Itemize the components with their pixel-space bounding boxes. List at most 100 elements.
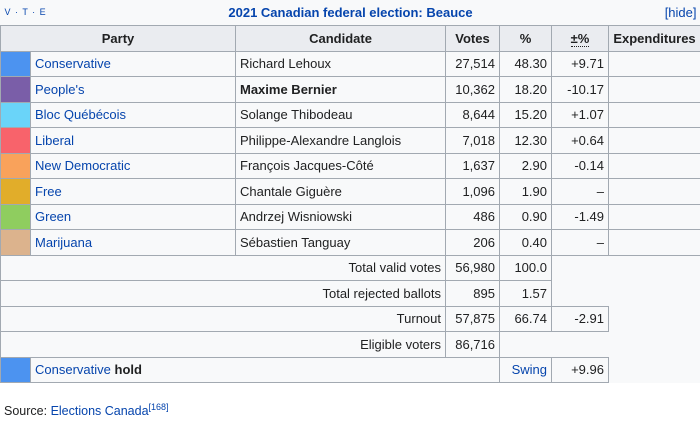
- party-row: Free Chantale Giguère 1,096 1.90–: [0, 178, 700, 205]
- blank-cell: [551, 280, 609, 306]
- party-cell: Bloc Québécois: [30, 101, 236, 128]
- party-color-swatch: [0, 203, 31, 230]
- party-color-swatch: [0, 127, 31, 154]
- turnout-row: Turnout 57,875 66.74 -2.91: [0, 305, 700, 332]
- table-caption: V · T · E 2021 Canadian federal election…: [5, 5, 697, 20]
- total-valid-label: Total valid votes: [0, 254, 446, 281]
- source-ref[interactable]: [168]: [149, 402, 169, 412]
- expenditures-cell: [608, 76, 700, 103]
- total-rejected-label: Total rejected ballots: [0, 280, 446, 307]
- party-link[interactable]: People's: [35, 82, 84, 97]
- party-row: Green Andrzej Wisniowski 486 0.90 -1.49: [0, 203, 700, 230]
- total-valid-votes: 56,980: [445, 254, 500, 281]
- source-prefix: Source:: [4, 404, 51, 419]
- expenditures-cell: [608, 178, 700, 205]
- swing-value: +9.96: [551, 356, 609, 383]
- votes-cell: 27,514: [445, 50, 500, 77]
- party-row: Conservative Richard Lehoux 27,514 48.30 +9.…: [0, 50, 700, 77]
- party-row: Marijuana Sébastien Tanguay 206 0.40–: [0, 229, 700, 256]
- candidate-name: Chantale Giguère: [235, 178, 446, 205]
- change-cell: –: [551, 178, 609, 205]
- result-rows: Conservative Richard Lehoux 27,514 48.30 +9.…: [0, 50, 700, 256]
- total-rejected-row: Total rejected ballots 895 1.57: [0, 280, 700, 307]
- caption-title: 2021 Canadian federal election: Beauce: [228, 5, 473, 20]
- pct-cell: 0.40: [499, 229, 552, 256]
- pct-cell: 1.90: [499, 178, 552, 205]
- change-cell: +9.71: [551, 50, 609, 77]
- candidate-name: Richard Lehoux: [235, 50, 446, 77]
- hold-party-link[interactable]: Conservative: [35, 362, 111, 377]
- party-link[interactable]: Liberal: [35, 133, 74, 148]
- candidate-name: Maxime Bernier: [235, 76, 446, 103]
- candidate-name: Solange Thibodeau: [235, 101, 446, 128]
- expenditures-cell: [608, 229, 700, 256]
- swing-cell: Swing: [499, 356, 552, 383]
- party-link[interactable]: New Democratic: [35, 158, 130, 173]
- votes-cell: 486: [445, 203, 500, 230]
- change-cell: -0.14: [551, 152, 609, 179]
- caption-row: V · T · E 2021 Canadian federal election…: [0, 0, 700, 26]
- party-link[interactable]: Green: [35, 209, 71, 224]
- eligible-votes: 86,716: [445, 331, 500, 358]
- vte-links[interactable]: V · T · E: [5, 7, 47, 17]
- party-color-swatch: [0, 152, 31, 179]
- hold-suffix: hold: [114, 362, 142, 378]
- party-cell: Free: [30, 178, 236, 205]
- header-candidate: Candidate: [235, 25, 446, 52]
- header-row: Party Candidate Votes % ±% Expenditures: [0, 25, 700, 52]
- party-cell: People's: [30, 76, 236, 103]
- party-color-swatch: [0, 76, 31, 103]
- blank-cell: [608, 357, 700, 383]
- hold-cell: Conservative hold: [30, 356, 500, 383]
- eligible-label: Eligible voters: [0, 331, 446, 358]
- party-color-swatch: [0, 50, 31, 77]
- blank-cell: [499, 331, 552, 357]
- total-rejected-pct: 1.57: [499, 280, 552, 307]
- votes-cell: 206: [445, 229, 500, 256]
- party-row: People's Maxime Bernier 10,362 18.20 -10.17: [0, 76, 700, 103]
- pct-cell: 12.30: [499, 127, 552, 154]
- total-rejected-votes: 895: [445, 280, 500, 307]
- expenditures-cell: [608, 152, 700, 179]
- party-cell: Green: [30, 203, 236, 230]
- party-link[interactable]: Bloc Québécois: [35, 107, 126, 122]
- party-cell: New Democratic: [30, 152, 236, 179]
- votes-cell: 1,096: [445, 178, 500, 205]
- header-expenditures: Expenditures: [608, 25, 700, 52]
- eligible-row: Eligible voters 86,716: [0, 331, 700, 358]
- blank-cell: [608, 280, 700, 306]
- party-cell: Conservative: [30, 50, 236, 77]
- turnout-votes: 57,875: [445, 305, 500, 332]
- change-cell: +1.07: [551, 101, 609, 128]
- party-row: Bloc Québécois Solange Thibodeau 8,644 15.2…: [0, 101, 700, 128]
- pct-cell: 15.20: [499, 101, 552, 128]
- header-change[interactable]: ±%: [551, 25, 609, 52]
- total-valid-pct: 100.0: [499, 254, 552, 281]
- turnout-change: -2.91: [551, 305, 609, 332]
- party-cell: Marijuana: [30, 229, 236, 256]
- change-cell: +0.64: [551, 127, 609, 154]
- hide-toggle[interactable]: [hide]: [665, 5, 697, 20]
- blank-cell: [608, 331, 700, 357]
- swing-link[interactable]: Swing: [512, 362, 547, 377]
- expenditures-cell: [608, 203, 700, 230]
- party-link[interactable]: Marijuana: [35, 235, 92, 250]
- turnout-label: Turnout: [0, 305, 446, 332]
- pct-cell: 2.90: [499, 152, 552, 179]
- header-change-label: ±%: [570, 30, 590, 47]
- header-pct: %: [499, 25, 552, 52]
- party-color-swatch: [0, 229, 31, 256]
- votes-cell: 10,362: [445, 76, 500, 103]
- turnout-pct: 66.74: [499, 305, 552, 332]
- header-party: Party: [0, 25, 236, 52]
- change-cell: -10.17: [551, 76, 609, 103]
- pct-cell: 0.90: [499, 203, 552, 230]
- source-note: Source: Elections Canada[168]: [4, 402, 169, 418]
- party-link[interactable]: Conservative: [35, 56, 111, 71]
- party-link[interactable]: Free: [35, 184, 62, 199]
- source-link[interactable]: Elections Canada: [51, 404, 149, 418]
- expenditures-cell: [608, 101, 700, 128]
- change-cell: -1.49: [551, 203, 609, 230]
- pct-cell: 18.20: [499, 76, 552, 103]
- votes-cell: 7,018: [445, 127, 500, 154]
